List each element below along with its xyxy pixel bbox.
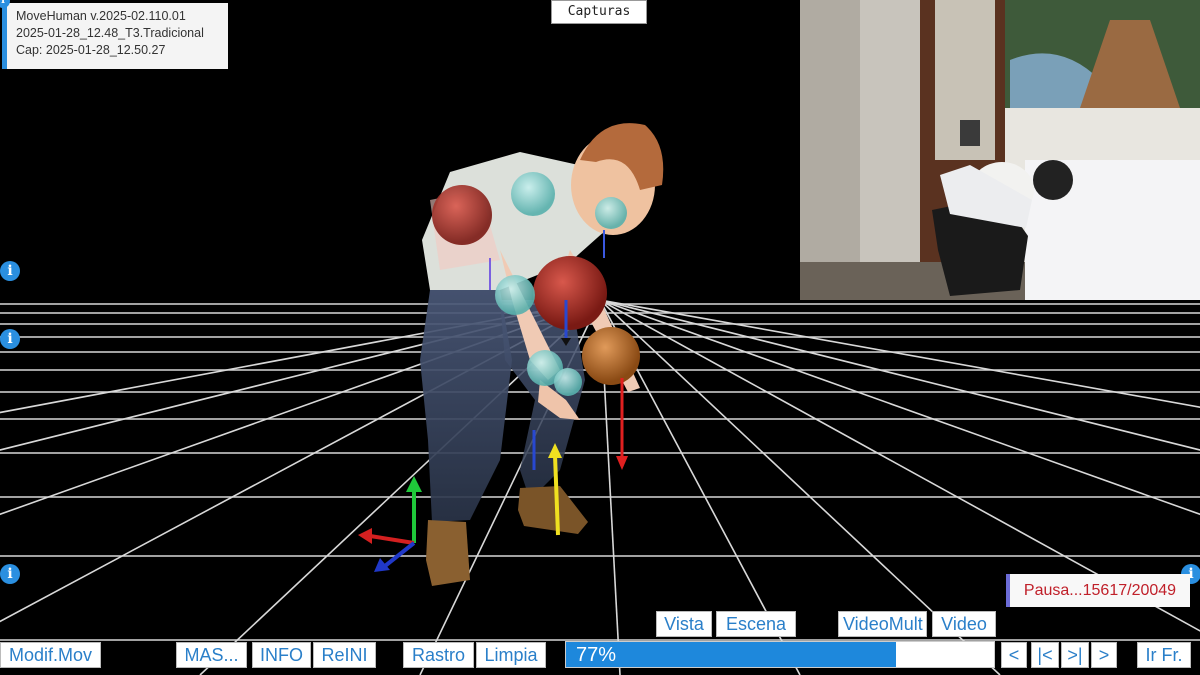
session-info-panel: MoveHuman v.2025-02.110.01 2025-01-28_12… [2,3,228,69]
capturas-button[interactable]: Capturas [551,0,647,24]
mas-button[interactable]: MAS... [176,642,247,668]
info-button[interactable]: INFO [252,642,311,668]
version-text: MoveHuman v.2025-02.110.01 [16,9,186,23]
escena-button[interactable]: Escena [716,611,796,637]
session-name-text: 2025-01-28_12.48_T3.Tradicional [16,26,204,40]
info-icon-left-2[interactable]: i [0,329,20,349]
prev-frame-button[interactable]: < [1001,642,1027,668]
human-avatar[interactable] [420,123,664,586]
origin-axes-gizmo [358,476,422,572]
last-frame-button[interactable]: >| [1061,642,1089,668]
playback-status: Pausa...15617/20049 [1006,574,1190,607]
video-feed-inset[interactable] [800,0,1200,300]
next-frame-button[interactable]: > [1091,642,1117,668]
info-icon-left-1[interactable]: i [0,261,20,281]
reini-button[interactable]: ReINI [313,642,376,668]
playback-progress-bar[interactable]: 77% [565,641,995,668]
capture-timestamp-text: Cap: 2025-01-28_12.50.27 [16,43,166,57]
video-frame [800,0,1200,300]
limpia-button[interactable]: Limpia [476,642,546,668]
progress-label: 77% [576,644,617,666]
info-icon-left-3[interactable]: i [0,564,20,584]
video-button[interactable]: Video [932,611,996,637]
vista-button[interactable]: Vista [656,611,712,637]
first-frame-button[interactable]: |< [1031,642,1059,668]
go-to-frame-button[interactable]: Ir Fr. [1137,642,1191,668]
videomult-button[interactable]: VideoMult [838,611,927,637]
modif-mov-button[interactable]: Modif.Mov [0,642,101,668]
rastro-button[interactable]: Rastro [403,642,474,668]
